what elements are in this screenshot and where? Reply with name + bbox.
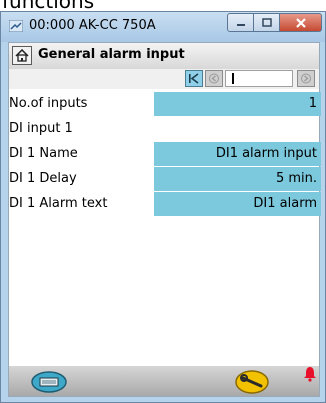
page-header: General alarm input (9, 43, 319, 70)
record-number-field[interactable] (225, 70, 293, 87)
minimize-icon (236, 23, 245, 26)
maximize-button[interactable] (253, 13, 280, 32)
home-icon (15, 49, 29, 62)
skip-first-icon (189, 73, 199, 84)
parameter-value[interactable]: 5 min. (154, 167, 321, 191)
page-title: General alarm input (38, 47, 185, 62)
home-button[interactable] (12, 46, 32, 65)
title-bar[interactable]: 00:000 AK-CC 750A (1, 12, 325, 42)
parameter-value[interactable]: DI1 alarm input (154, 142, 321, 166)
app-window: 00:000 AK-CC 750A General alarm input No… (0, 11, 326, 403)
maximize-icon (261, 17, 272, 27)
text-caret (232, 73, 234, 84)
record-navigator (9, 69, 319, 89)
parameter-label: DI 1 Delay (9, 171, 77, 186)
close-icon (295, 17, 306, 28)
parameter-row-di-input-1: DI input 1 (9, 116, 319, 141)
parameter-row-no-of-inputs: No.of inputs 1 (9, 91, 321, 116)
parameter-row-di1-alarm-text: DI 1 Alarm text DI1 alarm (9, 191, 321, 216)
close-button[interactable] (279, 13, 322, 32)
chevron-left-icon (209, 73, 219, 84)
parameter-label: DI 1 Alarm text (9, 196, 108, 211)
minimize-button[interactable] (227, 13, 254, 32)
plug-icon (9, 20, 23, 32)
wrench-icon[interactable] (235, 370, 269, 394)
client-area: General alarm input No.of inputs 1 DI in… (8, 42, 321, 397)
previous-record-button[interactable] (205, 70, 223, 87)
parameter-list: No.of inputs 1 DI input 1 DI 1 Name DI1 … (9, 91, 321, 216)
chevron-right-icon (301, 73, 311, 84)
parameter-label: No.of inputs (9, 96, 88, 111)
alarm-bell-icon[interactable] (302, 366, 318, 382)
parameter-value[interactable]: DI1 alarm (154, 192, 321, 216)
device-icon[interactable] (31, 371, 67, 393)
next-record-button[interactable] (297, 70, 315, 87)
parameter-row-di1-name: DI 1 Name DI1 alarm input (9, 141, 321, 166)
parameter-row-di1-delay: DI 1 Delay 5 min. (9, 166, 321, 191)
first-record-button[interactable] (185, 70, 203, 87)
window-title: 00:000 AK-CC 750A (29, 18, 156, 33)
status-bar (9, 366, 319, 396)
parameter-value[interactable]: 1 (154, 92, 321, 116)
parameter-label: DI 1 Name (9, 146, 78, 161)
section-label: DI input 1 (9, 121, 73, 136)
